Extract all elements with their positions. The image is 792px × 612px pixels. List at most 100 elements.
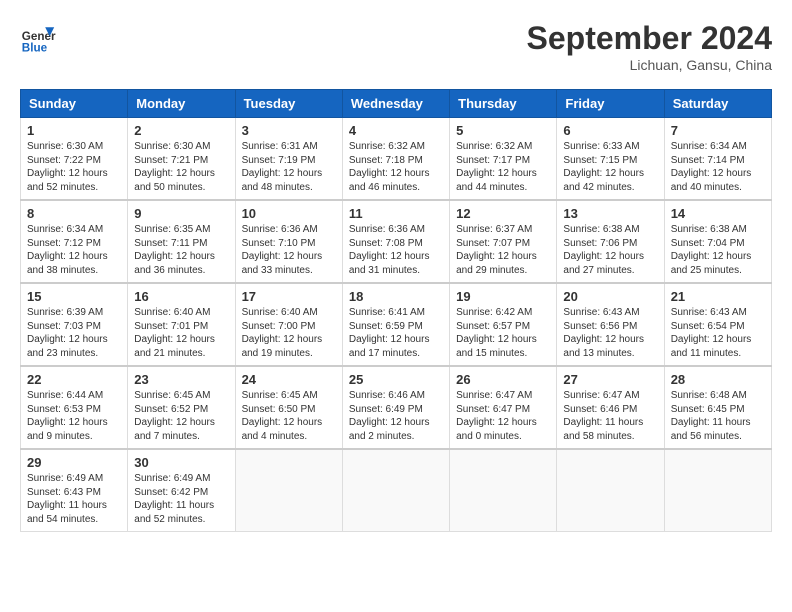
day-info: Sunrise: 6:34 AM Sunset: 7:14 PM Dayligh…: [671, 140, 765, 194]
weekday-friday: Friday: [557, 90, 664, 118]
calendar-cell: 25 Sunrise: 6:46 AM Sunset: 6:49 PM Dayli…: [342, 366, 449, 449]
calendar-cell: 2 Sunrise: 6:30 AM Sunset: 7:21 PM Daylig…: [128, 118, 235, 201]
calendar-cell: 11 Sunrise: 6:36 AM Sunset: 7:08 PM Dayli…: [342, 200, 449, 283]
day-info: Sunrise: 6:47 AM Sunset: 6:46 PM Dayligh…: [563, 389, 657, 443]
day-info: Sunrise: 6:37 AM Sunset: 7:07 PM Dayligh…: [456, 223, 550, 277]
calendar-cell: [557, 449, 664, 532]
calendar-cell: 8 Sunrise: 6:34 AM Sunset: 7:12 PM Daylig…: [21, 200, 128, 283]
calendar-cell: 21Sunrise: 6:43 AM Sunset: 6:54 PM Dayli…: [664, 283, 771, 366]
calendar-cell: 15 Sunrise: 6:39 AM Sunset: 7:03 PM Dayli…: [21, 283, 128, 366]
calendar-cell: 3 Sunrise: 6:31 AM Sunset: 7:19 PM Daylig…: [235, 118, 342, 201]
svg-text:Blue: Blue: [22, 42, 48, 55]
calendar-cell: 26 Sunrise: 6:47 AM Sunset: 6:47 PM Dayli…: [450, 366, 557, 449]
calendar-body: 1 Sunrise: 6:30 AM Sunset: 7:22 PM Daylig…: [21, 118, 772, 532]
day-info: Sunrise: 6:30 AM Sunset: 7:22 PM Dayligh…: [27, 140, 121, 194]
day-number: 9: [134, 206, 228, 221]
day-number: 23: [134, 372, 228, 387]
calendar-cell: 16 Sunrise: 6:40 AM Sunset: 7:01 PM Dayli…: [128, 283, 235, 366]
logo: General Blue: [20, 20, 56, 56]
day-info: Sunrise: 6:43 AM Sunset: 6:56 PM Dayligh…: [563, 306, 657, 360]
calendar-cell: 10 Sunrise: 6:36 AM Sunset: 7:10 PM Dayli…: [235, 200, 342, 283]
day-number: 3: [242, 123, 336, 138]
calendar-cell: 7 Sunrise: 6:34 AM Sunset: 7:14 PM Daylig…: [664, 118, 771, 201]
day-number: 20: [563, 289, 657, 304]
calendar-cell: [664, 449, 771, 532]
weekday-saturday: Saturday: [664, 90, 771, 118]
day-number: 19: [456, 289, 550, 304]
weekday-header-row: SundayMondayTuesdayWednesdayThursdayFrid…: [21, 90, 772, 118]
day-info: Sunrise: 6:36 AM Sunset: 7:08 PM Dayligh…: [349, 223, 443, 277]
day-number: 21: [671, 289, 765, 304]
day-info: Sunrise: 6:49 AM Sunset: 6:43 PM Dayligh…: [27, 472, 121, 526]
calendar-table: SundayMondayTuesdayWednesdayThursdayFrid…: [20, 89, 772, 532]
page-header: General Blue September 2024 Lichuan, Gan…: [20, 20, 772, 73]
week-row-1: 1 Sunrise: 6:30 AM Sunset: 7:22 PM Daylig…: [21, 118, 772, 201]
calendar-cell: 1 Sunrise: 6:30 AM Sunset: 7:22 PM Daylig…: [21, 118, 128, 201]
calendar-cell: 17Sunrise: 6:40 AM Sunset: 7:00 PM Dayli…: [235, 283, 342, 366]
day-number: 16: [134, 289, 228, 304]
weekday-wednesday: Wednesday: [342, 90, 449, 118]
day-number: 24: [242, 372, 336, 387]
weekday-tuesday: Tuesday: [235, 90, 342, 118]
day-number: 22: [27, 372, 121, 387]
calendar-cell: 4 Sunrise: 6:32 AM Sunset: 7:18 PM Daylig…: [342, 118, 449, 201]
day-number: 2: [134, 123, 228, 138]
day-number: 5: [456, 123, 550, 138]
week-row-4: 22 Sunrise: 6:44 AM Sunset: 6:53 PM Dayli…: [21, 366, 772, 449]
calendar-cell: 29 Sunrise: 6:49 AM Sunset: 6:43 PM Dayli…: [21, 449, 128, 532]
calendar-cell: 14Sunrise: 6:38 AM Sunset: 7:04 PM Dayli…: [664, 200, 771, 283]
day-info: Sunrise: 6:48 AM Sunset: 6:45 PM Dayligh…: [671, 389, 765, 443]
day-number: 12: [456, 206, 550, 221]
day-info: Sunrise: 6:45 AM Sunset: 6:50 PM Dayligh…: [242, 389, 336, 443]
day-info: Sunrise: 6:47 AM Sunset: 6:47 PM Dayligh…: [456, 389, 550, 443]
day-info: Sunrise: 6:38 AM Sunset: 7:06 PM Dayligh…: [563, 223, 657, 277]
day-number: 4: [349, 123, 443, 138]
calendar-cell: 19 Sunrise: 6:42 AM Sunset: 6:57 PM Dayli…: [450, 283, 557, 366]
day-number: 7: [671, 123, 765, 138]
day-info: Sunrise: 6:49 AM Sunset: 6:42 PM Dayligh…: [134, 472, 228, 526]
calendar-cell: 6Sunrise: 6:33 AM Sunset: 7:15 PM Daylig…: [557, 118, 664, 201]
day-number: 8: [27, 206, 121, 221]
day-info: Sunrise: 6:45 AM Sunset: 6:52 PM Dayligh…: [134, 389, 228, 443]
day-info: Sunrise: 6:31 AM Sunset: 7:19 PM Dayligh…: [242, 140, 336, 194]
day-number: 30: [134, 455, 228, 470]
day-number: 10: [242, 206, 336, 221]
week-row-3: 15 Sunrise: 6:39 AM Sunset: 7:03 PM Dayli…: [21, 283, 772, 366]
calendar-cell: [235, 449, 342, 532]
day-number: 13: [563, 206, 657, 221]
day-info: Sunrise: 6:39 AM Sunset: 7:03 PM Dayligh…: [27, 306, 121, 360]
calendar-cell: 5Sunrise: 6:32 AM Sunset: 7:17 PM Daylig…: [450, 118, 557, 201]
calendar-cell: 23 Sunrise: 6:45 AM Sunset: 6:52 PM Dayli…: [128, 366, 235, 449]
calendar-cell: 20 Sunrise: 6:43 AM Sunset: 6:56 PM Dayli…: [557, 283, 664, 366]
day-info: Sunrise: 6:44 AM Sunset: 6:53 PM Dayligh…: [27, 389, 121, 443]
calendar-cell: 30 Sunrise: 6:49 AM Sunset: 6:42 PM Dayli…: [128, 449, 235, 532]
day-number: 18: [349, 289, 443, 304]
day-number: 29: [27, 455, 121, 470]
day-info: Sunrise: 6:36 AM Sunset: 7:10 PM Dayligh…: [242, 223, 336, 277]
day-number: 25: [349, 372, 443, 387]
calendar-cell: 22 Sunrise: 6:44 AM Sunset: 6:53 PM Dayli…: [21, 366, 128, 449]
day-info: Sunrise: 6:40 AM Sunset: 7:01 PM Dayligh…: [134, 306, 228, 360]
month-title: September 2024: [527, 20, 772, 57]
day-number: 15: [27, 289, 121, 304]
day-number: 26: [456, 372, 550, 387]
day-number: 17: [242, 289, 336, 304]
logo-icon: General Blue: [20, 20, 56, 56]
day-info: Sunrise: 6:34 AM Sunset: 7:12 PM Dayligh…: [27, 223, 121, 277]
day-number: 1: [27, 123, 121, 138]
day-info: Sunrise: 6:42 AM Sunset: 6:57 PM Dayligh…: [456, 306, 550, 360]
calendar-cell: 9 Sunrise: 6:35 AM Sunset: 7:11 PM Daylig…: [128, 200, 235, 283]
day-info: Sunrise: 6:30 AM Sunset: 7:21 PM Dayligh…: [134, 140, 228, 194]
calendar-cell: [342, 449, 449, 532]
day-info: Sunrise: 6:35 AM Sunset: 7:11 PM Dayligh…: [134, 223, 228, 277]
weekday-thursday: Thursday: [450, 90, 557, 118]
day-info: Sunrise: 6:32 AM Sunset: 7:18 PM Dayligh…: [349, 140, 443, 194]
day-info: Sunrise: 6:46 AM Sunset: 6:49 PM Dayligh…: [349, 389, 443, 443]
calendar-cell: 28Sunrise: 6:48 AM Sunset: 6:45 PM Dayli…: [664, 366, 771, 449]
day-info: Sunrise: 6:41 AM Sunset: 6:59 PM Dayligh…: [349, 306, 443, 360]
week-row-2: 8 Sunrise: 6:34 AM Sunset: 7:12 PM Daylig…: [21, 200, 772, 283]
weekday-monday: Monday: [128, 90, 235, 118]
day-number: 11: [349, 206, 443, 221]
calendar-cell: 24 Sunrise: 6:45 AM Sunset: 6:50 PM Dayli…: [235, 366, 342, 449]
week-row-5: 29 Sunrise: 6:49 AM Sunset: 6:43 PM Dayli…: [21, 449, 772, 532]
